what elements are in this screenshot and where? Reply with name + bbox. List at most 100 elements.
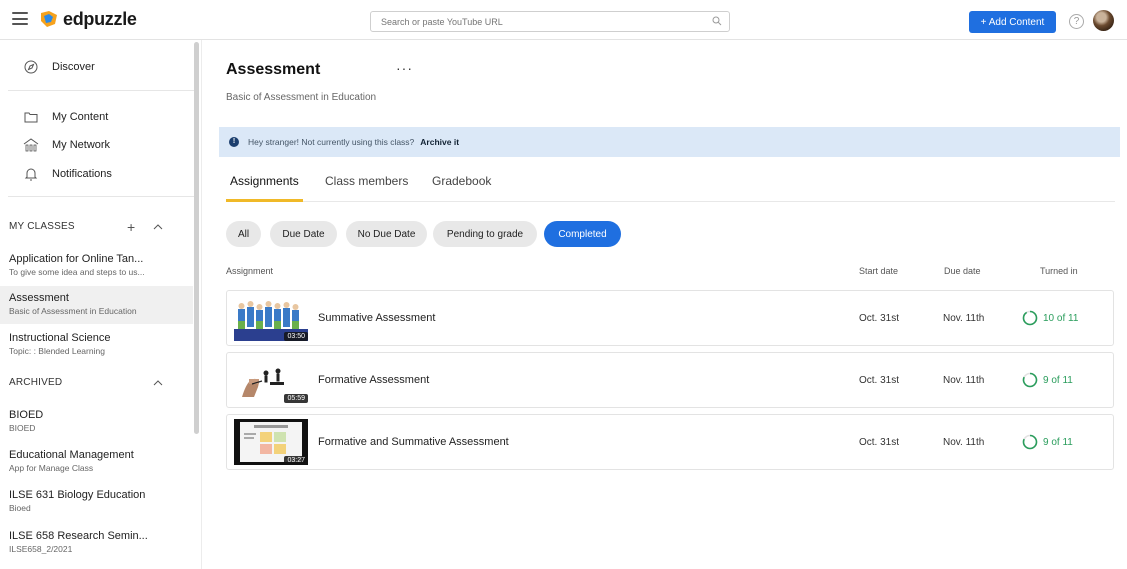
- assignment-name[interactable]: Formative Assessment: [318, 374, 429, 386]
- class-title: Instructional Science: [9, 332, 111, 344]
- hamburger-menu-icon[interactable]: [12, 12, 28, 25]
- tab-bar: Assignments Class members Gradebook: [226, 169, 1115, 202]
- column-header-assignment: Assignment: [226, 266, 274, 276]
- video-thumbnail: 03:50: [234, 295, 308, 341]
- archived-title: ARCHIVED: [9, 377, 63, 388]
- sidebar-scrollbar[interactable]: [194, 42, 199, 434]
- class-subtitle: To give some idea and steps to us...: [9, 267, 145, 277]
- logo-text: edpuzzle: [63, 8, 137, 29]
- network-icon: [23, 138, 39, 152]
- class-title: ILSE 658 Research Semin...: [9, 530, 148, 542]
- turned-in-count: 10 of 11: [1043, 312, 1079, 324]
- column-header-turned-in: Turned in: [1040, 266, 1078, 276]
- archived-class-item[interactable]: ILSE 631 Biology Education Bioed: [0, 488, 193, 520]
- progress-ring-icon: [1022, 372, 1038, 388]
- compass-icon: [24, 60, 38, 74]
- class-subtitle: Topic: : Blended Learning: [9, 346, 105, 356]
- column-header-start-date: Start date: [859, 266, 899, 276]
- sidebar-item-label: My Content: [52, 111, 109, 123]
- divider: [8, 196, 194, 197]
- tab-class-members[interactable]: Class members: [325, 174, 408, 188]
- chevron-up-icon[interactable]: [153, 223, 163, 230]
- archived-class-item[interactable]: BIOED BIOED: [0, 408, 193, 440]
- filter-completed[interactable]: Completed: [544, 221, 621, 247]
- search-input[interactable]: [371, 12, 701, 31]
- filter-pending-to-grade[interactable]: Pending to grade: [433, 221, 537, 247]
- divider: [8, 90, 194, 91]
- class-title: ILSE 631 Biology Education: [9, 489, 146, 501]
- sidebar-item-my-content[interactable]: My Content: [0, 104, 192, 130]
- turned-in-status[interactable]: 10 of 11: [1022, 310, 1078, 326]
- video-thumbnail: 03:27: [234, 419, 308, 465]
- video-duration: 03:50: [284, 332, 308, 341]
- class-item[interactable]: Instructional Science Topic: : Blended L…: [0, 331, 193, 365]
- add-class-button[interactable]: +: [127, 220, 135, 234]
- help-icon[interactable]: ?: [1069, 14, 1084, 29]
- turned-in-count: 9 of 11: [1043, 374, 1073, 386]
- top-bar: edpuzzle + Add Content ?: [0, 0, 1127, 40]
- video-thumbnail: 05:59: [234, 357, 308, 403]
- search-icon[interactable]: [712, 16, 722, 26]
- sidebar-item-discover[interactable]: Discover: [0, 54, 192, 80]
- add-content-button[interactable]: + Add Content: [969, 11, 1056, 33]
- start-date: Oct. 31st: [859, 375, 900, 386]
- page-title: Assessment: [226, 61, 321, 78]
- filter-all[interactable]: All: [226, 221, 261, 247]
- search-box: [370, 11, 730, 32]
- class-subtitle: BIOED: [9, 423, 36, 433]
- assignment-row[interactable]: 03:50 Summative Assessment Oct. 31st Nov…: [226, 290, 1114, 346]
- turned-in-status[interactable]: 9 of 11: [1022, 434, 1073, 450]
- puzzle-logo-icon: [41, 11, 57, 27]
- tab-gradebook[interactable]: Gradebook: [432, 174, 491, 188]
- sidebar-item-my-network[interactable]: My Network: [0, 132, 192, 158]
- sidebar-item-label: My Network: [52, 139, 111, 151]
- class-title: Application for Online Tan...: [9, 253, 144, 265]
- my-classes-title: MY CLASSES: [9, 221, 75, 232]
- class-subtitle: Bioed: [9, 503, 31, 513]
- bell-icon: [24, 168, 38, 181]
- assignment-name[interactable]: Summative Assessment: [318, 312, 435, 324]
- class-item-active[interactable]: Assessment Basic of Assessment in Educat…: [0, 286, 193, 324]
- tab-assignments[interactable]: Assignments: [230, 174, 299, 188]
- active-tab-indicator: [226, 199, 303, 202]
- sidebar-item-label: Notifications: [52, 168, 112, 180]
- banner-text: Hey stranger! Not currently using this c…: [248, 137, 415, 147]
- info-icon: !: [229, 137, 239, 147]
- sidebar-item-notifications[interactable]: Notifications: [0, 161, 192, 187]
- progress-ring-icon: [1022, 310, 1038, 326]
- class-title: Educational Management: [9, 449, 134, 461]
- info-banner: ! Hey stranger! Not currently using this…: [219, 127, 1120, 157]
- due-date: Nov. 11th: [943, 313, 985, 324]
- archive-link[interactable]: Archive it: [420, 137, 459, 147]
- sidebar-item-label: Discover: [52, 61, 95, 73]
- archived-class-item[interactable]: ILSE 658 Research Semin... ILSE658_2/202…: [0, 529, 193, 561]
- page-subtitle: Basic of Assessment in Education: [226, 92, 377, 103]
- video-duration: 05:59: [284, 394, 308, 403]
- video-duration: 03:27: [284, 456, 308, 465]
- start-date: Oct. 31st: [859, 313, 900, 324]
- assignment-row[interactable]: 03:27 Formative and Summative Assessment…: [226, 414, 1114, 470]
- assignment-name[interactable]: Formative and Summative Assessment: [318, 436, 509, 448]
- class-title: BIOED: [9, 409, 44, 421]
- folder-icon: [24, 112, 38, 123]
- class-item[interactable]: Application for Online Tan... To give so…: [0, 252, 193, 286]
- filter-due-date[interactable]: Due Date: [270, 221, 337, 247]
- due-date: Nov. 11th: [943, 437, 985, 448]
- assignment-row[interactable]: 05:59 Formative Assessment Oct. 31st Nov…: [226, 352, 1114, 408]
- due-date: Nov. 11th: [943, 375, 985, 386]
- class-subtitle: Basic of Assessment in Education: [9, 306, 137, 316]
- filter-no-due-date[interactable]: No Due Date: [346, 221, 427, 247]
- class-title: Assessment: [9, 292, 69, 304]
- start-date: Oct. 31st: [859, 437, 900, 448]
- class-subtitle: ILSE658_2/2021: [9, 544, 73, 554]
- turned-in-status[interactable]: 9 of 11: [1022, 372, 1073, 388]
- more-options-icon[interactable]: ···: [396, 60, 413, 76]
- avatar[interactable]: [1093, 10, 1114, 31]
- progress-ring-icon: [1022, 434, 1038, 450]
- edpuzzle-logo[interactable]: edpuzzle: [38, 8, 137, 30]
- column-header-due-date: Due date: [944, 266, 981, 276]
- archived-class-item[interactable]: Educational Management App for Manage Cl…: [0, 448, 193, 480]
- turned-in-count: 9 of 11: [1043, 436, 1073, 448]
- chevron-up-icon[interactable]: [153, 379, 163, 386]
- class-subtitle: App for Manage Class: [9, 463, 94, 473]
